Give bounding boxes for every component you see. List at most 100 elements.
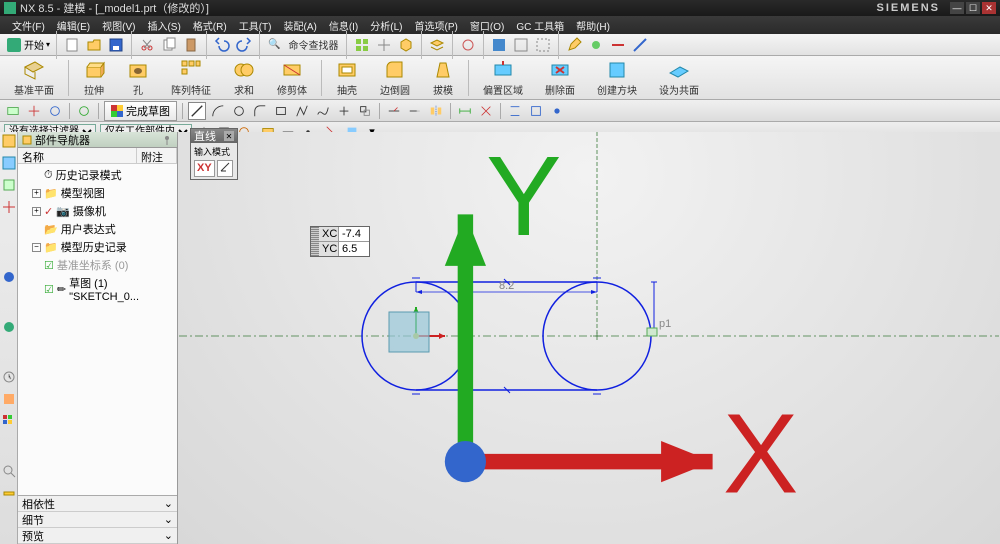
tree-cameras[interactable]: +✓📷摄像机 bbox=[20, 202, 175, 220]
profile-tool-icon[interactable] bbox=[293, 102, 311, 120]
trim-button[interactable]: 修剪体 bbox=[269, 57, 315, 99]
extend-tool-icon[interactable] bbox=[406, 102, 424, 120]
offset-button[interactable]: 偏置区域 bbox=[475, 57, 531, 99]
geom-constraint-icon[interactable] bbox=[506, 102, 524, 120]
extrude-button[interactable]: 拉伸 bbox=[75, 57, 113, 99]
nav-tab-icon[interactable] bbox=[2, 134, 16, 148]
update-icon[interactable] bbox=[75, 102, 93, 120]
pattern-button[interactable]: 阵列特征 bbox=[163, 57, 219, 99]
roles-tab-icon[interactable] bbox=[2, 392, 16, 406]
tree-model-history[interactable]: −📁模型历史记录 bbox=[20, 238, 175, 256]
shade-icon[interactable] bbox=[490, 36, 508, 54]
open-icon[interactable] bbox=[85, 36, 103, 54]
menu-file[interactable]: 文件(F) bbox=[6, 18, 51, 33]
nav-section-preview[interactable]: 预览⌄ bbox=[18, 528, 177, 544]
panel-title-bar[interactable]: 直线 ✕ bbox=[191, 129, 237, 143]
nav-col-name[interactable]: 名称 bbox=[18, 148, 137, 163]
measure-tab-icon[interactable] bbox=[2, 486, 16, 500]
hole-button[interactable]: 孔 bbox=[119, 57, 157, 99]
tree-sketch-0[interactable]: ☑✏草图 (1) "SKETCH_0... bbox=[20, 274, 175, 304]
hidden-icon[interactable] bbox=[534, 36, 552, 54]
point-tool-icon[interactable] bbox=[335, 102, 353, 120]
menu-assembly[interactable]: 装配(A) bbox=[277, 18, 322, 33]
tool4-icon[interactable] bbox=[631, 36, 649, 54]
cmd-finder-icon[interactable]: 🔍 bbox=[266, 39, 282, 50]
hd3d-tab-icon[interactable] bbox=[2, 270, 16, 284]
mirror-tool-icon[interactable] bbox=[427, 102, 445, 120]
search-tab-icon[interactable] bbox=[2, 464, 16, 478]
menu-format[interactable]: 格式(R) bbox=[187, 18, 233, 33]
panel-close-icon[interactable]: ✕ bbox=[224, 131, 234, 141]
fillet-tool-icon[interactable] bbox=[251, 102, 269, 120]
view-dropdown-icon[interactable] bbox=[353, 36, 371, 54]
yc-value[interactable]: 6.5 bbox=[339, 242, 369, 256]
new-icon[interactable] bbox=[63, 36, 81, 54]
shell-button[interactable]: 抽壳 bbox=[328, 57, 366, 99]
menu-gctoolbox[interactable]: GC 工具箱 bbox=[510, 18, 570, 33]
polar-mode-button[interactable] bbox=[217, 160, 233, 177]
line-input-panel[interactable]: 直线 ✕ 输入模式 XY bbox=[190, 128, 238, 180]
tree-datum-csys[interactable]: ☑基准坐标系 (0) bbox=[20, 256, 175, 274]
menu-edit[interactable]: 编辑(E) bbox=[51, 18, 96, 33]
analysis-icon[interactable] bbox=[459, 36, 477, 54]
history-tab-icon[interactable] bbox=[2, 370, 16, 384]
redo-icon[interactable] bbox=[235, 36, 253, 54]
nav-section-details[interactable]: 细节⌄ bbox=[18, 512, 177, 528]
auto-constraint-icon[interactable] bbox=[527, 102, 545, 120]
xc-value[interactable]: -7.4 bbox=[339, 227, 369, 241]
tool2-icon[interactable] bbox=[587, 36, 605, 54]
readout-handle[interactable] bbox=[311, 227, 319, 256]
browser-tab-icon[interactable] bbox=[2, 320, 16, 334]
finish-sketch-button[interactable]: 完成草图 bbox=[104, 101, 177, 121]
menu-prefs[interactable]: 首选项(P) bbox=[409, 18, 464, 33]
synch-button[interactable]: 创建方块 bbox=[589, 57, 645, 99]
tree-expressions[interactable]: 📂用户表达式 bbox=[20, 220, 175, 238]
nav-col-note[interactable]: 附注 bbox=[137, 148, 177, 163]
delface-button[interactable]: 删除面 bbox=[537, 57, 583, 99]
show-constraint-icon[interactable] bbox=[548, 102, 566, 120]
menu-analysis[interactable]: 分析(L) bbox=[364, 18, 408, 33]
wireframe-icon[interactable] bbox=[512, 36, 530, 54]
close-button[interactable]: ✕ bbox=[982, 2, 996, 14]
datum-plane-button[interactable]: 基准平面 bbox=[6, 57, 62, 99]
nav-section-deps[interactable]: 相依性⌄ bbox=[18, 496, 177, 512]
reuse-tab-icon[interactable] bbox=[2, 200, 16, 214]
menu-view[interactable]: 视图(V) bbox=[96, 18, 141, 33]
constraint-tab-icon[interactable] bbox=[2, 178, 16, 192]
paste-icon[interactable] bbox=[182, 36, 200, 54]
pin-icon[interactable] bbox=[161, 134, 173, 146]
coplanar-button[interactable]: 设为共面 bbox=[651, 57, 707, 99]
spline-tool-icon[interactable] bbox=[314, 102, 332, 120]
assy-tab-icon[interactable] bbox=[2, 156, 16, 170]
xy-mode-button[interactable]: XY bbox=[194, 160, 215, 177]
menu-insert[interactable]: 插入(S) bbox=[141, 18, 186, 33]
cube-icon[interactable] bbox=[397, 36, 415, 54]
wcs-icon[interactable] bbox=[375, 36, 393, 54]
start-dropdown[interactable]: 开始▾ bbox=[6, 36, 50, 54]
reattach-icon[interactable] bbox=[46, 102, 64, 120]
menu-tools[interactable]: 工具(T) bbox=[233, 18, 278, 33]
layer-icon[interactable] bbox=[428, 36, 446, 54]
line-tool-icon[interactable] bbox=[188, 102, 206, 120]
save-icon[interactable] bbox=[107, 36, 125, 54]
circle-tool-icon[interactable] bbox=[230, 102, 248, 120]
menu-window[interactable]: 窗口(O) bbox=[464, 18, 510, 33]
tree-model-views[interactable]: +📁模型视图 bbox=[20, 184, 175, 202]
dim-tool-icon[interactable] bbox=[456, 102, 474, 120]
menu-info[interactable]: 信息(I) bbox=[323, 18, 364, 33]
arc-tool-icon[interactable] bbox=[209, 102, 227, 120]
minimize-button[interactable]: — bbox=[950, 2, 964, 14]
edgeblend-button[interactable]: 边倒圆 bbox=[372, 57, 418, 99]
trim-tool-icon[interactable] bbox=[385, 102, 403, 120]
rect-tool-icon[interactable] bbox=[272, 102, 290, 120]
maximize-button[interactable]: ☐ bbox=[966, 2, 980, 14]
draft-button[interactable]: 拔模 bbox=[424, 57, 462, 99]
graphics-canvas[interactable]: 8.2 p1 bbox=[178, 132, 1000, 544]
cut-icon[interactable] bbox=[138, 36, 156, 54]
orient-icon[interactable] bbox=[25, 102, 43, 120]
sketch-name-icon[interactable] bbox=[4, 102, 22, 120]
tool3-icon[interactable] bbox=[609, 36, 627, 54]
copy-icon[interactable] bbox=[160, 36, 178, 54]
menu-help[interactable]: 帮助(H) bbox=[570, 18, 616, 33]
unite-button[interactable]: 求和 bbox=[225, 57, 263, 99]
